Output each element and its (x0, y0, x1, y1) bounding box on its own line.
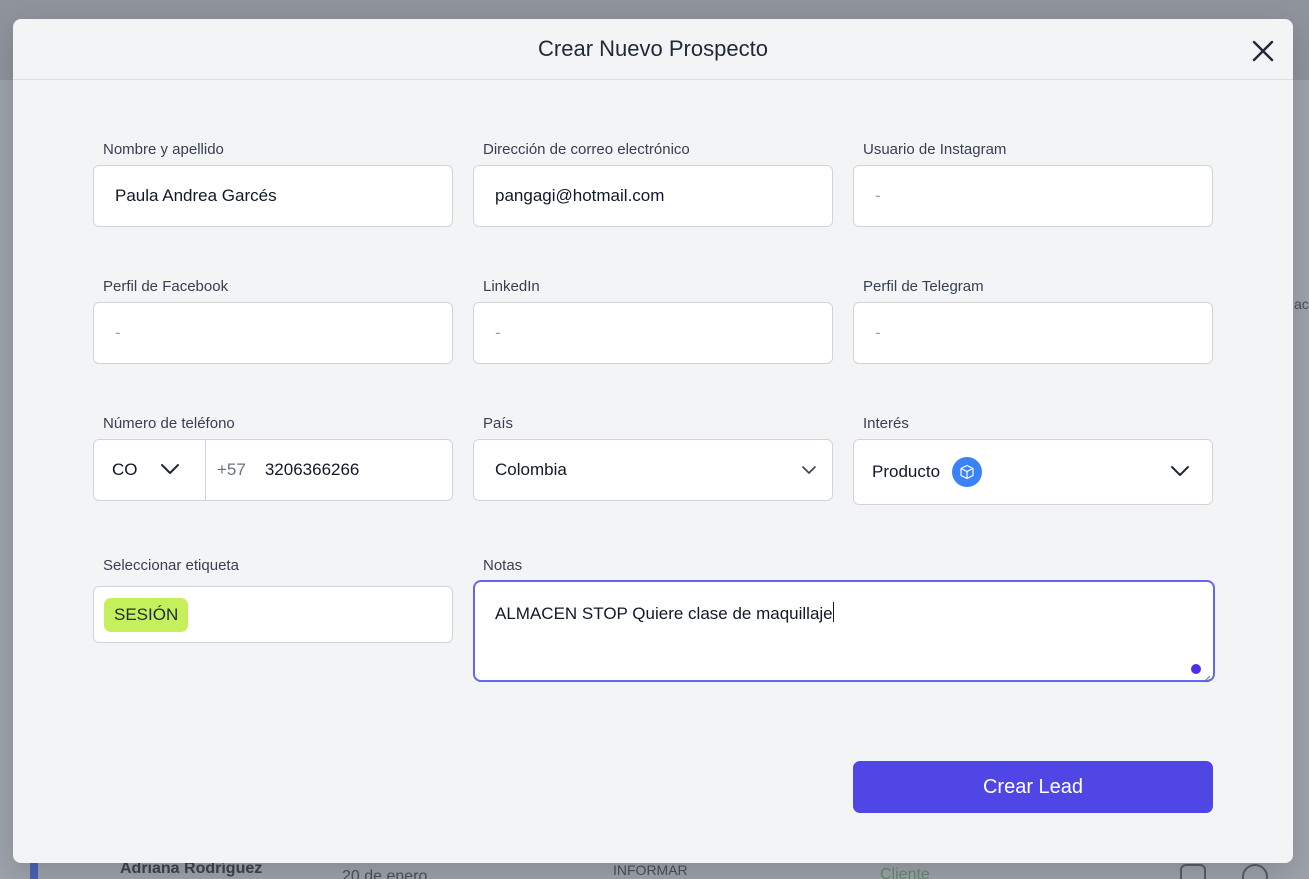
telegram-label: Perfil de Telegram (863, 278, 984, 295)
box-icon (952, 457, 983, 487)
email-label: Dirección de correo electrónico (483, 141, 690, 158)
name-input[interactable]: Paula Andrea Garcés (93, 165, 453, 227)
text-caret (832, 602, 834, 622)
row-status: INFORMAR (613, 862, 688, 878)
phone-country-select[interactable]: CO (94, 440, 206, 500)
linkedin-field: LinkedIn - (473, 277, 833, 364)
interest-option: Producto (872, 457, 983, 487)
notes-field: Notas ALMACEN STOP Quiere clase de maqui… (473, 556, 1215, 683)
facebook-label: Perfil de Facebook (103, 278, 229, 295)
instagram-label: Usuario de Instagram (863, 141, 1007, 158)
phone-number-input[interactable]: 3206366266 (265, 460, 360, 480)
create-lead-button[interactable]: Crear Lead (853, 761, 1213, 813)
modal-header: Crear Nuevo Prospecto (13, 19, 1293, 80)
interest-value: Producto (872, 462, 941, 481)
background-edge-text: ac (1294, 296, 1309, 312)
phone-country-code: CO (112, 460, 138, 479)
interest-field: Interés Producto (853, 414, 1213, 505)
name-field: Nombre y apellido Paula Andrea Garcés (93, 140, 453, 227)
instagram-input[interactable]: - (853, 165, 1213, 227)
grammar-indicator-icon[interactable] (1191, 664, 1201, 674)
create-prospect-modal: Crear Nuevo Prospecto Nombre y apellido … (13, 19, 1293, 863)
notes-value: ALMACEN STOP Quiere clase de maquillaje (495, 604, 833, 623)
chevron-down-icon (802, 460, 816, 480)
notes-textarea[interactable]: ALMACEN STOP Quiere clase de maquillaje (473, 580, 1215, 683)
country-value: Colombia (495, 460, 567, 479)
tag-label: Seleccionar etiqueta (103, 557, 239, 574)
email-input[interactable]: pangagi@hotmail.com (473, 165, 833, 227)
phone-label: Número de teléfono (103, 415, 235, 432)
interest-select[interactable]: Producto (853, 439, 1213, 505)
tag-field: Seleccionar etiqueta SESIÓN (93, 556, 453, 643)
facebook-input[interactable]: - (93, 302, 453, 364)
close-icon[interactable] (1251, 39, 1275, 63)
chevron-down-icon (1170, 462, 1190, 482)
interest-label: Interés (863, 415, 909, 432)
phone-input-group: CO +57 3206366266 (93, 439, 453, 501)
row-date: 20 de enero (342, 868, 428, 879)
tag-select[interactable]: SESIÓN (93, 586, 453, 643)
chevron-down-icon (160, 460, 180, 480)
telegram-input[interactable]: - (853, 302, 1213, 364)
facebook-field: Perfil de Facebook - (93, 277, 453, 364)
country-field: País Colombia (473, 414, 833, 501)
linkedin-input[interactable]: - (473, 302, 833, 364)
telegram-field: Perfil de Telegram - (853, 277, 1213, 364)
phone-field: Número de teléfono CO +57 3206366266 (93, 414, 453, 501)
email-field: Dirección de correo electrónico pangagi@… (473, 140, 833, 227)
instagram-field: Usuario de Instagram - (853, 140, 1213, 227)
country-label: País (483, 415, 514, 432)
modal-title: Crear Nuevo Prospecto (538, 36, 768, 61)
phone-prefix: +57 (217, 460, 246, 479)
notes-label: Notas (483, 557, 523, 574)
whatsapp-icon (1242, 864, 1268, 879)
tag-chip[interactable]: SESIÓN (104, 597, 189, 632)
name-label: Nombre y apellido (103, 141, 224, 158)
country-select[interactable]: Colombia (473, 439, 833, 501)
resize-handle-icon[interactable] (1201, 668, 1211, 683)
row-client: Cliente (880, 866, 930, 879)
chat-icon (1180, 864, 1206, 879)
linkedin-label: LinkedIn (483, 278, 540, 295)
